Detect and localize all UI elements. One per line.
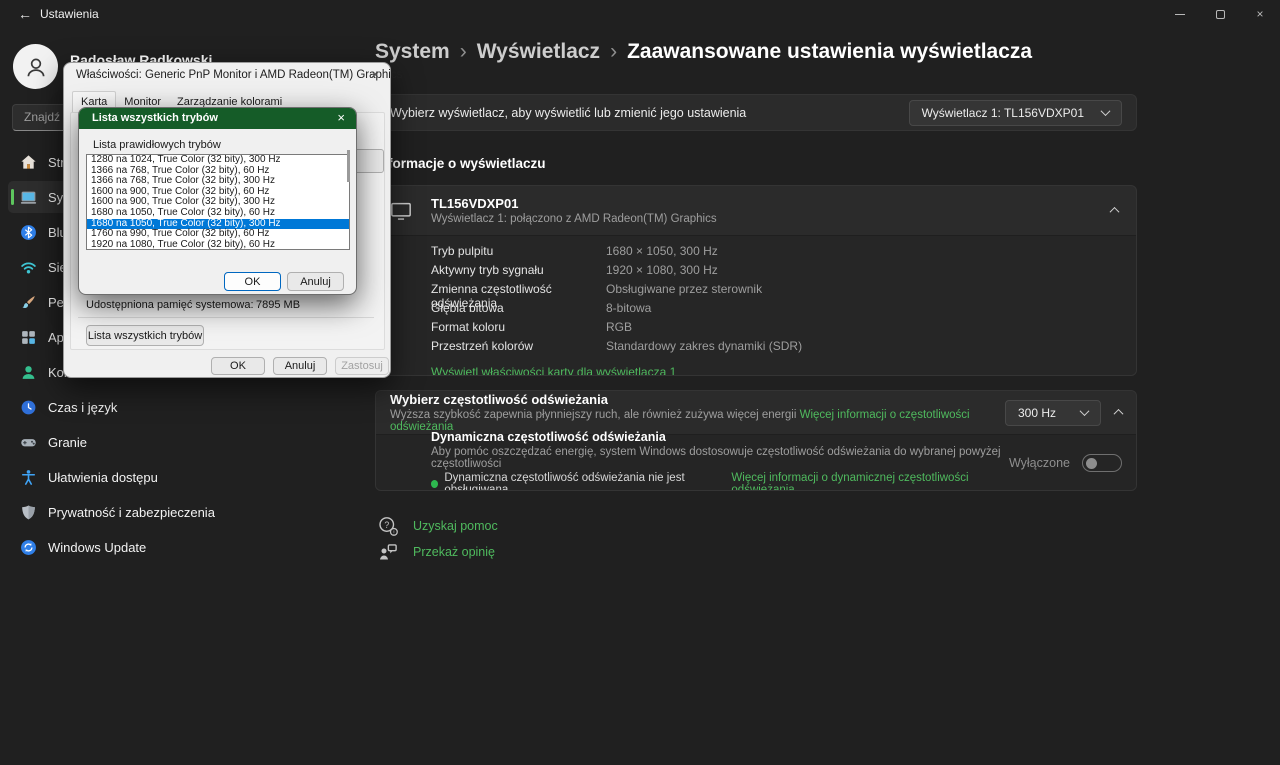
info-row: Zmienna częstotliwość odświeżania Obsługi… <box>431 282 763 310</box>
bluetooth-icon <box>20 224 37 241</box>
svg-text:?: ? <box>384 520 389 530</box>
back-icon[interactable]: ← <box>14 4 36 24</box>
get-help-link[interactable]: ? ! Uzyskaj pomoc <box>378 516 498 536</box>
dynamic-refresh-info-link[interactable]: Więcej informacji o dynamicznej częstotl… <box>731 472 1009 490</box>
sidebar-item-windows-update[interactable]: Windows Update <box>8 531 350 563</box>
display-select-dropdown[interactable]: Wyświetlacz 1: TL156VDXP01 <box>908 99 1122 126</box>
all-modes-dialog: Lista wszystkich trybów × Lista prawidło… <box>78 107 357 295</box>
modes-dialog-titlebar: Lista wszystkich trybów × <box>79 108 356 129</box>
info-row: Tryb pulpitu 1680 × 1050, 300 Hz <box>431 244 718 258</box>
modes-dialog-title: Lista wszystkich trybów <box>92 112 218 124</box>
page-title: Zaawansowane ustawienia wyświetlacza <box>627 40 1033 63</box>
info-row: Przestrzeń kolorów Standardowy zakres dyn… <box>431 339 803 353</box>
avatar[interactable] <box>13 44 58 89</box>
chevron-up-icon[interactable] <box>1113 408 1124 419</box>
display-select-card: Wybierz wyświetlacz, aby wyświetlić lub … <box>375 94 1137 131</box>
shared-memory-label: Udostępniona pamięć systemowa: <box>86 299 254 311</box>
maximize-icon <box>1215 9 1225 19</box>
valid-modes-label: Lista prawidłowych trybów <box>93 139 221 151</box>
ok-button[interactable]: OK <box>211 357 265 375</box>
person-icon <box>27 58 44 76</box>
maximize-button[interactable] <box>1200 0 1240 28</box>
feedback-icon <box>380 544 397 560</box>
home-icon <box>20 154 37 171</box>
wifi-icon <box>20 259 37 276</box>
refresh-rate-dropdown[interactable]: 300 Hz <box>1005 399 1101 426</box>
sidebar-item-time-language[interactable]: Czas i język <box>8 391 350 423</box>
info-row: Format koloru RGB <box>431 320 633 334</box>
close-button[interactable]: × <box>1240 0 1280 28</box>
info-section-heading: Informacje o wyświetlaczu <box>376 156 546 171</box>
device-connection: Wyświetlacz 1: połączono z AMD Radeon(TM… <box>431 213 717 225</box>
display-info-card: TL156VDXP01 Wyświetlacz 1: połączono z A… <box>375 185 1137 376</box>
system-icon <box>20 189 37 206</box>
clock-globe-icon <box>20 399 37 416</box>
list-all-modes-button[interactable]: Lista wszystkich trybów <box>86 325 204 346</box>
dynamic-refresh-title: Dynamiczna częstotliwość odświeżania <box>431 430 666 444</box>
app-title: Ustawienia <box>40 7 99 21</box>
mode-option[interactable]: 1920 na 1080, True Color (32 bity), 60 H… <box>87 239 349 249</box>
refresh-rate-card: Wybierz częstotliwość odświeżania Wyższa… <box>375 390 1137 491</box>
device-name: TL156VDXP01 <box>431 196 519 211</box>
breadcrumb-system[interactable]: System <box>375 40 450 63</box>
breadcrumb-display[interactable]: Wyświetlacz <box>477 40 600 63</box>
main-content: System › Wyświetlacz › Zaawansowane ustawien… <box>375 28 1137 765</box>
chevron-down-icon <box>1079 406 1090 417</box>
chevron-up-icon[interactable] <box>1109 206 1120 217</box>
paintbrush-icon <box>20 294 37 311</box>
apply-button-disabled: Zastosuj <box>335 357 389 375</box>
listbox-scrollbar-thumb[interactable] <box>347 150 350 182</box>
toggle-state-label: Wyłączone <box>1008 456 1070 470</box>
apps-grid-icon <box>20 329 37 346</box>
breadcrumb: System › Wyświetlacz › Zaawansowane ustawien… <box>375 40 1033 63</box>
display-select-label: Wybierz wyświetlacz, aby wyświetlić lub … <box>390 105 747 120</box>
shared-memory-value: 7895 MB <box>256 299 301 311</box>
dynamic-refresh-desc: Aby pomóc oszczędzać energię, system Win… <box>431 446 1001 470</box>
mode-option[interactable]: 1680 na 1050, True Color (32 bity), 60 H… <box>87 207 349 219</box>
display-info-body: Tryb pulpitu 1680 × 1050, 300 Hz Aktywny … <box>376 235 1136 375</box>
accounts-person-icon <box>20 364 37 381</box>
ok-button[interactable]: OK <box>224 272 281 291</box>
toggle-knob <box>1086 457 1097 469</box>
monitor-icon <box>391 202 411 220</box>
refresh-rate-title: Wybierz częstotliwość odświeżania <box>390 392 608 407</box>
minimize-button[interactable] <box>1160 0 1200 28</box>
sidebar-item-privacy[interactable]: Prywatność i zabezpieczenia <box>8 496 350 528</box>
cancel-button[interactable]: Anuluj <box>273 357 327 375</box>
refresh-rate-row: Wybierz częstotliwość odświeżania Wyższa… <box>376 391 1136 434</box>
sidebar-item-accessibility[interactable]: Ułatwienia dostępu <box>8 461 350 493</box>
dynamic-refresh-row: Dynamiczna częstotliwość odświeżania Aby… <box>376 430 1136 490</box>
info-row: Aktywny tryb sygnału 1920 × 1080, 300 Hz <box>431 263 718 277</box>
sync-arrows-icon <box>20 539 37 556</box>
dialog-title: Właściwości: Generic PnP Monitor i AMD R… <box>76 69 403 81</box>
dynamic-refresh-status: Dynamiczna częstotliwość odświeżania nie… <box>431 472 1009 490</box>
chevron-down-icon <box>1100 106 1111 117</box>
display-adapter-properties-link[interactable]: Wyświetl właściwości karty dla wyświetla… <box>431 365 676 375</box>
info-row: Głębia bitowa 8-bitowa <box>431 301 652 315</box>
close-icon[interactable]: × <box>371 66 379 82</box>
cancel-button[interactable]: Anuluj <box>287 272 344 291</box>
feedback-link[interactable]: Przekaż opinię <box>378 542 495 562</box>
accessibility-icon <box>20 469 37 486</box>
gamepad-icon <box>20 434 37 451</box>
window-titlebar: ← Ustawienia × <box>0 0 1280 28</box>
shield-icon <box>20 504 37 521</box>
status-dot-icon <box>431 480 439 488</box>
modes-listbox[interactable]: 1280 na 1024, True Color (32 bity), 300 … <box>86 154 350 250</box>
close-icon[interactable]: × <box>337 110 345 125</box>
mode-option[interactable]: 1280 na 1024, True Color (32 bity), 300 … <box>87 155 349 166</box>
minimize-icon <box>1175 13 1185 15</box>
help-icon: ? ! <box>379 517 398 536</box>
display-info-header[interactable]: TL156VDXP01 Wyświetlacz 1: połączono z A… <box>376 186 1136 235</box>
dynamic-refresh-toggle[interactable] <box>1082 454 1122 472</box>
sidebar-item-gaming[interactable]: Granie <box>8 426 350 458</box>
divider <box>78 317 374 318</box>
